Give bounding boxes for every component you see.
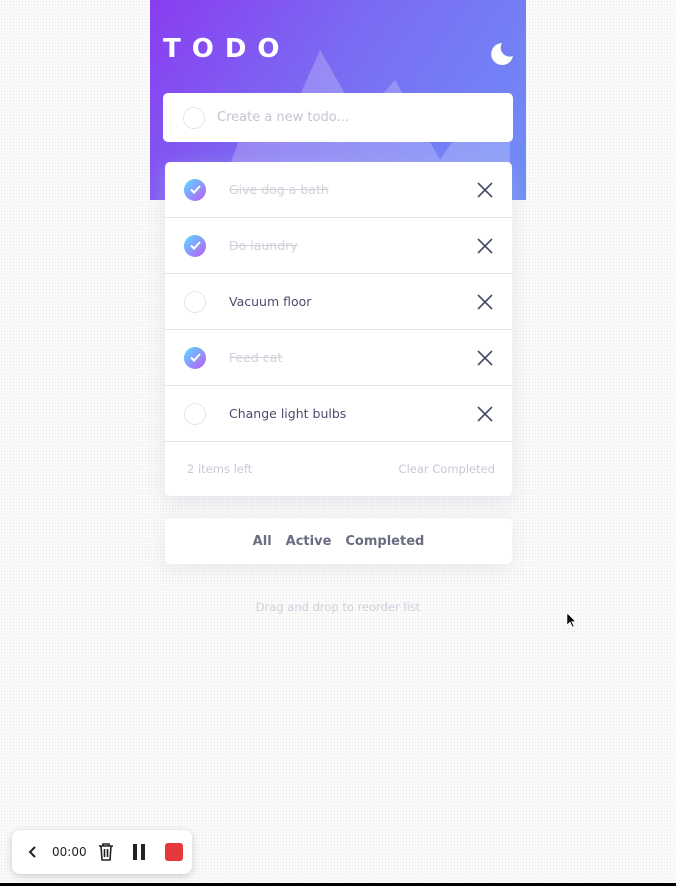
new-todo-check-circle[interactable] — [183, 106, 205, 129]
close-icon[interactable] — [476, 349, 494, 367]
todo-check-circle[interactable] — [184, 290, 206, 313]
todo-check-circle[interactable] — [184, 178, 206, 201]
moon-icon — [491, 43, 513, 65]
check-icon — [189, 185, 201, 194]
filter-bar: All Active Completed — [165, 518, 512, 564]
todo-item[interactable]: Give dog a bath — [165, 162, 512, 218]
todo-item[interactable]: Do laundry — [165, 218, 512, 274]
close-icon[interactable] — [476, 237, 494, 255]
chevron-left-icon[interactable] — [26, 845, 40, 859]
new-todo-input[interactable] — [217, 110, 497, 125]
reorder-hint: Drag and drop to reorder list — [255, 600, 421, 614]
new-todo-bar — [163, 93, 513, 142]
todo-check-circle[interactable] — [184, 346, 206, 369]
todo-check-circle[interactable] — [184, 402, 206, 425]
todo-item[interactable]: Vacuum floor — [165, 274, 512, 330]
todo-text: Give dog a bath — [229, 182, 329, 197]
todo-check-circle[interactable] — [184, 234, 206, 257]
pause-icon[interactable] — [131, 843, 147, 861]
todo-item[interactable]: Change light bulbs — [165, 386, 512, 442]
recording-timer: 00:00 — [52, 845, 87, 859]
clear-completed-button[interactable]: Clear Completed — [399, 462, 495, 476]
theme-toggle-button[interactable] — [487, 40, 515, 68]
close-icon[interactable] — [476, 405, 494, 423]
mouse-pointer-icon — [567, 613, 577, 628]
todo-item[interactable]: Feed cat — [165, 330, 512, 386]
filter-active[interactable]: Active — [286, 534, 332, 549]
stop-record-button[interactable] — [164, 843, 183, 861]
list-footer: 2 items left Clear Completed — [165, 442, 512, 496]
recording-toolbar: 00:00 — [12, 830, 192, 874]
check-icon — [189, 241, 201, 250]
todo-text: Do laundry — [229, 238, 298, 253]
items-left-count: 2 items left — [187, 462, 253, 476]
todo-text: Vacuum floor — [229, 294, 312, 309]
app-title: TODO — [163, 34, 291, 64]
check-icon — [189, 353, 201, 362]
todo-text: Feed cat — [229, 350, 283, 365]
close-icon[interactable] — [476, 181, 494, 199]
todo-list: Give dog a bath Do laundry Vacuum floor … — [165, 162, 512, 496]
todo-text: Change light bulbs — [229, 406, 347, 421]
close-icon[interactable] — [476, 293, 494, 311]
trash-icon[interactable] — [97, 842, 115, 862]
filter-all[interactable]: All — [253, 534, 272, 549]
filter-completed[interactable]: Completed — [345, 534, 424, 549]
